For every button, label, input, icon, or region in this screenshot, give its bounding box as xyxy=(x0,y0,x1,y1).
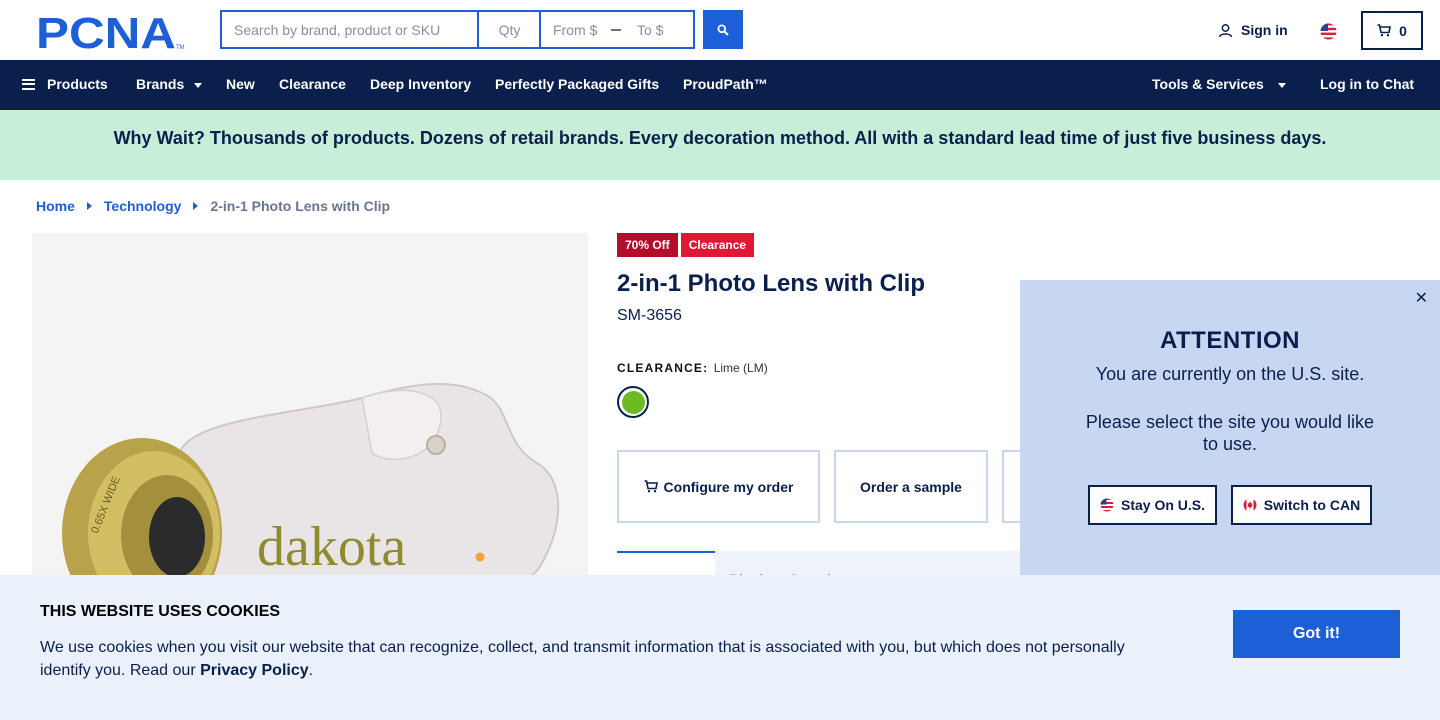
order-sample-button[interactable]: Order a sample xyxy=(834,450,988,523)
discount-badge: 70% Off xyxy=(617,233,678,257)
nav-chat-login[interactable]: Log in to Chat xyxy=(1320,76,1414,92)
close-icon[interactable]: ✕ xyxy=(1415,288,1428,307)
nav-brands-label: Brands xyxy=(136,76,185,92)
nav-proudpath[interactable]: ProudPath™ xyxy=(683,76,768,92)
pcna-logo[interactable]: PCNA TM xyxy=(36,12,184,50)
clearance-badge: Clearance xyxy=(680,233,755,257)
us-flag-icon xyxy=(1100,498,1114,512)
switch-can-label: Switch to CAN xyxy=(1263,497,1361,513)
nav-tools-label: Tools & Services xyxy=(1152,76,1264,92)
nav-brands[interactable]: Brands xyxy=(136,76,203,92)
promo-banner: Why Wait? Thousands of products. Dozens … xyxy=(0,110,1440,180)
attention-title: ATTENTION xyxy=(1159,327,1301,354)
color-label: CLEARANCE: xyxy=(617,361,709,375)
nav-gifts[interactable]: Perfectly Packaged Gifts xyxy=(495,76,659,92)
privacy-policy-link[interactable]: Privacy Policy xyxy=(200,662,309,679)
image-brand-text: dakota xyxy=(257,516,406,578)
stay-us-label: Stay On U.S. xyxy=(1120,497,1206,513)
nav-tools-services[interactable]: Tools & Services xyxy=(1152,76,1286,92)
brand-dot xyxy=(475,552,485,562)
breadcrumb-home[interactable]: Home xyxy=(36,198,75,214)
logo-text: PCNA xyxy=(36,12,176,50)
nav-products[interactable]: Products xyxy=(22,76,108,92)
stay-us-button[interactable]: Stay On U.S. xyxy=(1088,485,1217,525)
main-nav: Products Brands New Clearance Deep Inven… xyxy=(0,60,1440,110)
hamburger-icon xyxy=(22,78,35,90)
color-swatch-lime[interactable] xyxy=(617,386,649,418)
attention-line-1: You are currently on the U.S. site. xyxy=(1095,364,1365,384)
search-button[interactable] xyxy=(703,10,743,49)
cookie-title: THIS WEBSITE USES COOKIES xyxy=(40,603,281,620)
swatch-fill xyxy=(621,390,645,414)
product-sku: SM-3656 xyxy=(617,307,682,324)
price-range xyxy=(539,10,695,49)
switch-can-button[interactable]: Switch to CAN xyxy=(1231,485,1372,525)
qty-input[interactable] xyxy=(477,10,540,49)
promo-text: Why Wait? Thousands of products. Dozens … xyxy=(113,127,1327,148)
cookie-text: We use cookies when you visit our websit… xyxy=(40,636,1160,682)
site-selector-modal: ✕ ATTENTION You are currently on the U.S… xyxy=(1020,280,1440,575)
svg-text:TM: TM xyxy=(176,45,184,50)
chevron-down-icon xyxy=(1277,82,1286,88)
cart-icon xyxy=(644,480,658,493)
breadcrumb-category[interactable]: Technology xyxy=(104,198,182,214)
chevron-down-icon xyxy=(194,82,203,88)
order-sample-label: Order a sample xyxy=(860,478,962,495)
color-value: Lime (LM) xyxy=(713,361,768,375)
canada-flag-icon xyxy=(1243,498,1257,512)
tab-decorated[interactable]: Decorated xyxy=(617,551,715,575)
nav-new[interactable]: New xyxy=(226,76,255,92)
attention-line-2: Please select the site you would like to… xyxy=(1085,412,1375,454)
user-icon xyxy=(1218,23,1233,37)
tab-blank-sample[interactable]: Blank or Sample xyxy=(729,551,839,575)
price-to-input[interactable] xyxy=(625,12,693,47)
chevron-right-icon xyxy=(193,202,199,210)
chevron-right-icon xyxy=(86,202,92,210)
us-flag-icon[interactable] xyxy=(1320,23,1337,40)
nav-deep-inventory[interactable]: Deep Inventory xyxy=(370,76,471,92)
search-input[interactable] xyxy=(220,10,478,49)
product-title: 2-in-1 Photo Lens with Clip xyxy=(617,270,925,297)
color-selection: CLEARANCE: Lime (LM) xyxy=(617,361,768,375)
product-badges: 70% Off Clearance xyxy=(617,233,757,257)
cart-button[interactable]: 0 xyxy=(1361,11,1423,50)
sign-in-label: Sign in xyxy=(1241,22,1288,38)
breadcrumb: Home Technology 2-in-1 Photo Lens with C… xyxy=(36,198,390,214)
configure-order-label: Configure my order xyxy=(663,478,794,495)
breadcrumb-current: 2-in-1 Photo Lens with Clip xyxy=(210,198,391,214)
price-separator xyxy=(611,28,621,31)
got-it-button[interactable]: Got it! xyxy=(1233,610,1400,658)
cookie-banner: THIS WEBSITE USES COOKIES We use cookies… xyxy=(0,575,1440,720)
nav-clearance[interactable]: Clearance xyxy=(279,76,346,92)
search-icon xyxy=(717,24,729,36)
top-header: PCNA TM Sign in xyxy=(0,0,1440,60)
cookie-period: . xyxy=(308,662,314,679)
cart-count: 0 xyxy=(1399,22,1407,39)
sign-in-link[interactable]: Sign in xyxy=(1218,22,1288,38)
configure-order-button[interactable]: Configure my order xyxy=(617,450,820,523)
cart-icon xyxy=(1377,24,1392,37)
nav-products-label: Products xyxy=(47,76,108,92)
price-from-input[interactable] xyxy=(541,12,609,47)
